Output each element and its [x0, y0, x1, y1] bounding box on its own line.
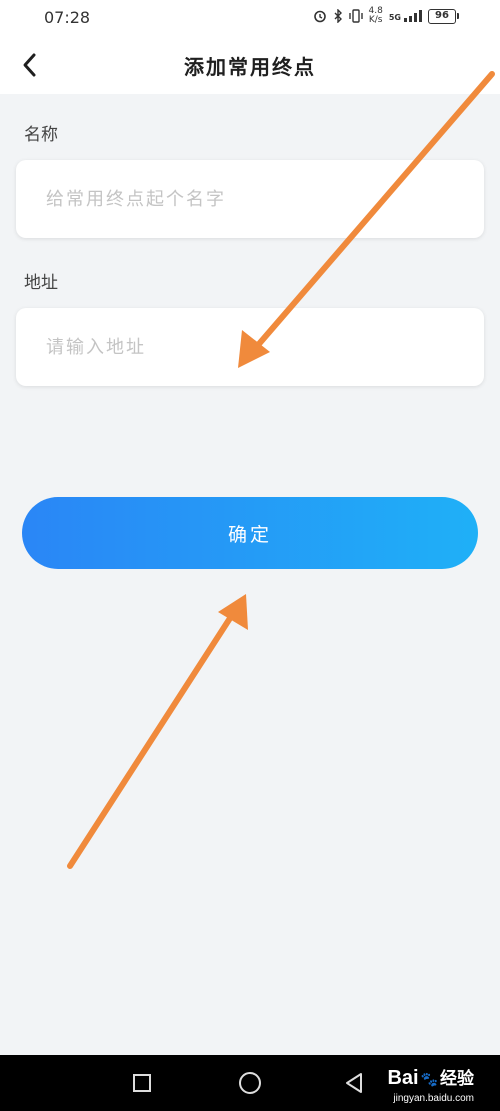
vibrate-icon — [348, 9, 363, 23]
name-label: 名称 — [24, 125, 58, 145]
name-input[interactable] — [16, 160, 484, 238]
address-label: 地址 — [24, 273, 58, 293]
square-icon — [133, 1074, 151, 1092]
network-speed: 4.8 K/s — [368, 6, 383, 25]
home-button[interactable] — [236, 1069, 264, 1097]
battery-icon: 96 — [428, 8, 459, 24]
watermark-url: jingyan.baidu.com — [393, 1093, 474, 1104]
triangle-back-icon — [346, 1073, 362, 1093]
watermark-suffix: 经验 — [440, 1069, 474, 1089]
page-title: 添加常用终点 — [184, 55, 316, 79]
status-time: 07:28 — [44, 8, 91, 27]
header: 添加常用终点 — [0, 36, 500, 94]
signal-icon: 5G — [389, 10, 422, 22]
circle-icon — [239, 1072, 261, 1094]
watermark-brand: Bai — [387, 1067, 419, 1089]
name-field-card — [16, 160, 484, 238]
confirm-button[interactable]: 确定 — [22, 497, 478, 569]
status-bar: 07:28 4.8 K/s 5G 96 — [0, 0, 500, 36]
baidu-watermark: Bai 🐾 经验 — [387, 1064, 474, 1090]
recents-button[interactable] — [128, 1069, 156, 1097]
system-back-button[interactable] — [340, 1069, 368, 1097]
bluetooth-icon — [333, 9, 343, 23]
arrow-to-confirm-button — [67, 594, 248, 869]
paw-icon: 🐾 — [420, 1072, 438, 1088]
address-field-card — [16, 308, 484, 386]
alarm-icon — [313, 9, 327, 23]
address-input[interactable] — [16, 308, 484, 386]
status-icons: 4.8 K/s 5G 96 — [313, 6, 459, 25]
